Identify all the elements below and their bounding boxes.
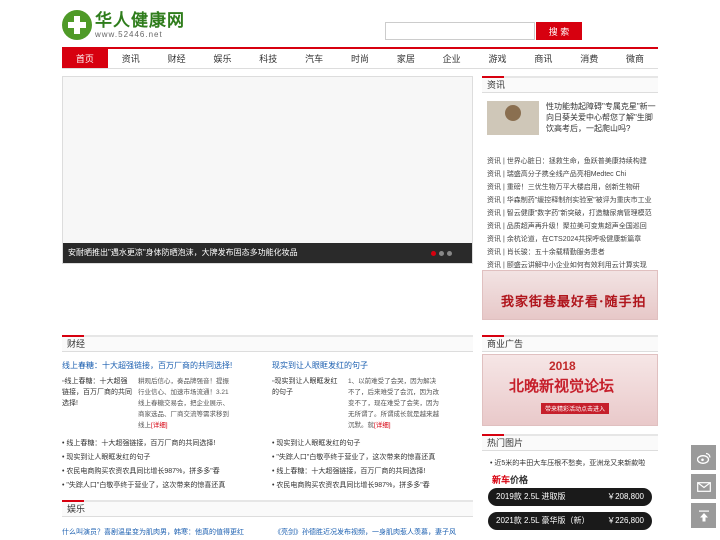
- feature-description: 1、以前难受了会哭，因为解决不了，后来难受了会沉，因为改变不了，现在难受了会笑，…: [348, 378, 439, 429]
- entertainment-section-title: 娱乐: [62, 500, 473, 517]
- slider-dot[interactable]: [447, 251, 452, 256]
- list-item[interactable]: 资讯 | 智云健康"数字药"新突破，打造糖尿病管理模范: [482, 207, 658, 220]
- nav-item-news[interactable]: 资讯: [108, 49, 154, 68]
- news-section-title: 资讯: [482, 76, 658, 93]
- nav-item-enterprise[interactable]: 企业: [429, 49, 475, 68]
- price-row[interactable]: 2021款 2.5L 豪华版（新） ￥226,800: [488, 512, 652, 530]
- feature-image[interactable]: ▫线上春糖：十大超强链接，百万厂商的共同选择!: [62, 376, 132, 430]
- details-link[interactable]: [详细]: [151, 422, 168, 429]
- ad-title: 北晚新视觉论坛: [509, 377, 615, 395]
- logo-title: 华人健康网: [95, 10, 185, 31]
- nav-item-entertainment[interactable]: 娱乐: [200, 49, 246, 68]
- list-item[interactable]: 资讯 | 瑞盛高分子携全线产品亮相Medtec Chi: [482, 168, 658, 181]
- list-item[interactable]: • 现实到让人眼眶发红的句子: [62, 451, 267, 465]
- site-logo[interactable]: 华人健康网 www.52446.net: [62, 10, 185, 40]
- price-title: 新车价格: [492, 473, 528, 486]
- feature-image[interactable]: ▫现实到让人眼眶发红的句子: [272, 376, 342, 430]
- price-value: ￥208,800: [607, 492, 644, 501]
- nav-item-business[interactable]: 商讯: [520, 49, 566, 68]
- hero-slider[interactable]: 安耐晒推出"遇水更凉"身体防晒泡沫，大牌发布固态多功能化妆品: [62, 76, 473, 264]
- list-item[interactable]: • "失踪人口"白敬亭终于营业了，这次带来的惊喜还真: [62, 479, 267, 493]
- nav-item-consumer[interactable]: 消费: [566, 49, 612, 68]
- ad-banner[interactable]: 2018 北晚新视觉论坛 带来精彩活动点击进入: [482, 354, 658, 426]
- feature-title[interactable]: 线上春糖：十大超强链接，百万厂商的共同选择!: [62, 360, 262, 372]
- main-nav: 首页 资讯 财经 娱乐 科技 汽车 时尚 家居 企业 游戏 商讯 消费 微商: [62, 47, 658, 69]
- slider-dot[interactable]: [439, 251, 444, 256]
- nav-item-wechat-biz[interactable]: 微商: [612, 49, 658, 68]
- list-item[interactable]: 资讯 | 品质超声再升级！聚拉美可变焦超声全国巡回: [482, 220, 658, 233]
- feature-headline[interactable]: 性功能勃起障碍"专属克星"新一向日葵关爱中心帮您了解"生脚饮高考后，一起爬山吗?: [546, 101, 656, 143]
- list-item[interactable]: 资讯 | 余杭论道，在CTS2024共探呼吸健康新篇章: [482, 233, 658, 246]
- feature-title[interactable]: 现实到让人眼眶发红的句子: [272, 360, 472, 372]
- image-alt-text: 线上春糖：十大超强链接，百万厂商的共同选择!: [62, 378, 132, 407]
- slider-dot[interactable]: [431, 251, 436, 256]
- finance-list-right: • 现实到让人眼眶发红的句子 • "失踪人口"白敬亭终于营业了，这次带来的惊喜还…: [272, 437, 477, 493]
- weibo-icon: [696, 452, 711, 464]
- weibo-share-button[interactable]: [691, 445, 716, 470]
- finance-feature-left: 线上春糖：十大超强链接，百万厂商的共同选择! ▫线上春糖：十大超强链接，百万厂商…: [62, 360, 262, 436]
- nav-item-games[interactable]: 游戏: [475, 49, 521, 68]
- price-model: 2019款 2.5L 进取版: [496, 492, 566, 501]
- nav-item-home[interactable]: 首页: [62, 49, 108, 68]
- news-list: 资讯 | 世界心脏日：拯救生命，鱼跃普美康持续构建 资讯 | 瑞盛高分子携全线产…: [482, 155, 658, 272]
- list-item[interactable]: • 现实到让人眼眶发红的句子: [272, 437, 477, 451]
- list-item[interactable]: • 农民电商购买农资农具同比增长987%，拼多多"春: [272, 479, 477, 493]
- finance-feature-right: 现实到让人眼眶发红的句子 ▫现实到让人眼眶发红的句子 1、以前难受了会哭，因为解…: [272, 360, 472, 436]
- nav-item-home-living[interactable]: 家居: [383, 49, 429, 68]
- ad-section-title: 商业广告: [482, 335, 658, 352]
- ad-subtitle: 带来精彩活动点击进入: [541, 403, 610, 414]
- entertainment-section: 娱乐: [62, 500, 473, 517]
- finance-list-left: • 线上春糖：十大超强链接，百万厂商的共同选择! • 现实到让人眼眶发红的句子 …: [62, 437, 267, 493]
- slider-dots: [431, 251, 452, 256]
- list-item[interactable]: 资讯 | 世界心脏日：拯救生命，鱼跃普美康持续构建: [482, 155, 658, 168]
- price-model: 2021款 2.5L 豪华版（新）: [496, 516, 590, 525]
- arrow-up-icon: [698, 510, 709, 521]
- list-item[interactable]: 资讯 | 肖长骏：五十余载精勤服务患者: [482, 246, 658, 259]
- news-panel: 资讯 性功能勃起障碍"专属克星"新一向日葵关爱中心帮您了解"生脚饮高考后，一起爬…: [482, 76, 658, 272]
- health-cross-icon: [62, 10, 92, 40]
- nav-item-fashion[interactable]: 时尚: [337, 49, 383, 68]
- ad-section: 商业广告: [482, 335, 658, 352]
- price-value: ￥226,800: [607, 516, 644, 525]
- list-item[interactable]: 资讯 | 华森制药"缓控释制剂实验室"被评为重庆市工业: [482, 194, 658, 207]
- news-feature[interactable]: 性功能勃起障碍"专属克星"新一向日葵关爱中心帮您了解"生脚饮高考后，一起爬山吗?: [482, 101, 658, 143]
- price-title-highlight: 新车: [492, 475, 511, 485]
- entertainment-headline[interactable]: 《亮剑》孙德胜近况发布视频，一身肌肉惹人羡慕，妻子风: [274, 527, 456, 537]
- mail-icon: [696, 481, 711, 492]
- back-to-top-button[interactable]: [691, 503, 716, 528]
- feature-thumbnail[interactable]: [487, 101, 539, 135]
- list-item[interactable]: 资讯 | 重磅！三优生物万平大楼启用，创新生物研: [482, 181, 658, 194]
- entertainment-headline[interactable]: 什么叫演员？喜剧温星变为肌肉男，韩寒：他真的值得更红: [62, 527, 244, 537]
- search-input[interactable]: [385, 22, 535, 40]
- finance-section-title: 财经: [62, 335, 473, 352]
- feature-description: 耕观后信心，奏品牌强音！提振行业信心、加速市场流通！3.21线上春糖交易会，把企…: [138, 378, 229, 429]
- nav-item-auto[interactable]: 汽车: [291, 49, 337, 68]
- hot-item-text: 近5米的丰田大车压根不愁卖，亚洲龙又来新款啦: [494, 460, 646, 467]
- slide-caption[interactable]: 安耐晒推出"遇水更凉"身体防晒泡沫，大牌发布固态多功能化妆品: [63, 243, 472, 263]
- price-title-rest: 价格: [510, 475, 529, 485]
- hot-section-title: 热门图片: [482, 434, 658, 451]
- list-item[interactable]: • "失踪人口"白敬亭终于营业了，这次带来的惊喜还真: [272, 451, 477, 465]
- photo-contest-banner[interactable]: 我家街巷最好看·随手拍: [482, 270, 658, 320]
- banner-text: 我家街巷最好看·随手拍: [501, 295, 647, 310]
- list-item[interactable]: • 线上春糖：十大超强链接，百万厂商的共同选择!: [272, 465, 477, 479]
- hot-images-section: 热门图片: [482, 434, 658, 451]
- finance-section: 财经: [62, 335, 473, 352]
- list-item[interactable]: • 农民电商购买农资农具同比增长987%，拼多多"春: [62, 465, 267, 479]
- logo-url: www.52446.net: [95, 29, 163, 39]
- site-header: 华人健康网 www.52446.net 搜 索: [62, 8, 658, 44]
- price-row[interactable]: 2019款 2.5L 进取版 ￥208,800: [488, 488, 652, 506]
- hot-image-item[interactable]: • 近5米的丰田大车压根不愁卖，亚洲龙又来新款啦: [490, 458, 645, 468]
- search-button[interactable]: 搜 索: [536, 22, 582, 40]
- ad-year: 2018: [549, 359, 576, 373]
- nav-item-tech[interactable]: 科技: [245, 49, 291, 68]
- list-item[interactable]: • 线上春糖：十大超强链接，百万厂商的共同选择!: [62, 437, 267, 451]
- image-alt-text: 现实到让人眼眶发红的句子: [272, 378, 338, 396]
- email-share-button[interactable]: [691, 474, 716, 499]
- nav-item-finance[interactable]: 财经: [154, 49, 200, 68]
- details-link[interactable]: [详细]: [374, 422, 391, 429]
